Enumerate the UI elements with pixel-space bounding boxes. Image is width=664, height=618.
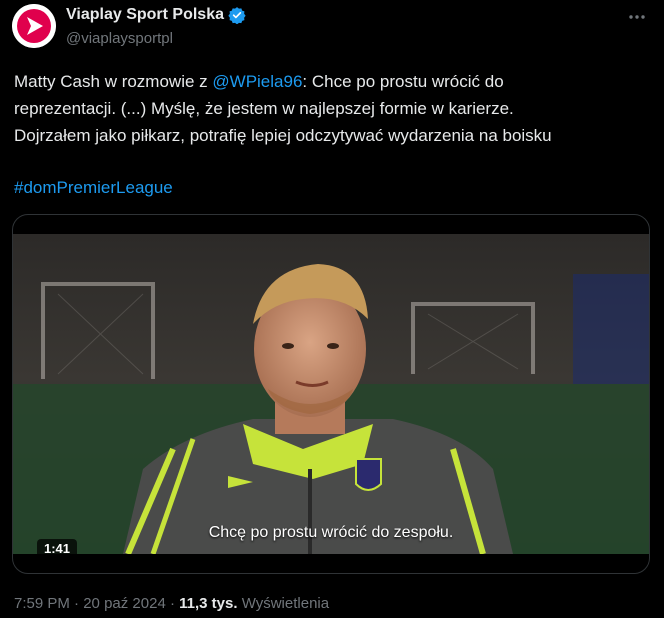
video-player[interactable]: Chcę po prostu wrócić do zespołu. 1:41 bbox=[12, 214, 650, 574]
video-thumbnail bbox=[13, 234, 649, 554]
avatar[interactable] bbox=[12, 4, 56, 48]
tweet-text-line-1: Matty Cash w rozmowie z @WPiela96: Chce … bbox=[14, 68, 654, 95]
tweet-metadata: 7:59 PM · 20 paź 2024 · 11,3 tys. Wyświe… bbox=[14, 595, 329, 612]
video-frame[interactable] bbox=[13, 234, 649, 554]
author-name-row: Viaplay Sport Polska bbox=[66, 6, 246, 25]
more-horizontal-icon bbox=[629, 15, 645, 19]
tweet: Viaplay Sport Polska @viaplaysportpl Mat… bbox=[0, 0, 664, 618]
verified-badge-icon bbox=[228, 6, 246, 25]
viaplay-logo-icon bbox=[12, 4, 56, 48]
video-subtitle: Chcę po prostu wrócić do zespołu. bbox=[208, 524, 454, 541]
views-count[interactable]: 11,3 tys. bbox=[179, 595, 237, 612]
hashtag-line: #domPremierLeague bbox=[14, 176, 173, 200]
tweet-text-segment: : Chce po prostu wrócić do bbox=[302, 72, 504, 91]
hashtag-link[interactable]: #domPremierLeague bbox=[14, 178, 173, 197]
video-duration-badge: 1:41 bbox=[37, 539, 78, 558]
tweet-text-line-3: Dojrzałem jako piłkarz, potrafię lepiej … bbox=[14, 126, 552, 145]
tweet-text-line-2: reprezentacji. (...) Myślę, że jestem w … bbox=[14, 99, 514, 118]
tweet-text: Matty Cash w rozmowie z @WPiela96: Chce … bbox=[14, 68, 654, 149]
author-handle[interactable]: @viaplaysportpl bbox=[66, 30, 173, 47]
tweet-text-segment: Matty Cash w rozmowie z bbox=[14, 72, 213, 91]
meta-separator: · bbox=[165, 595, 180, 612]
meta-separator: · bbox=[69, 595, 84, 612]
views-label: Wyświetlenia bbox=[237, 595, 330, 612]
author-display-name[interactable]: Viaplay Sport Polska bbox=[66, 6, 224, 24]
tweet-date[interactable]: 20 paź 2024 bbox=[83, 595, 166, 612]
mention-link[interactable]: @WPiela96 bbox=[212, 72, 302, 91]
more-options-button[interactable] bbox=[622, 2, 652, 32]
tweet-time[interactable]: 7:59 PM bbox=[14, 595, 70, 612]
